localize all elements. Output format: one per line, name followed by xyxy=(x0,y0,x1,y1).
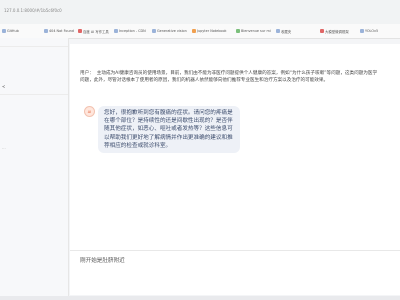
bookmark-favicon-icon xyxy=(236,29,240,33)
bookmark-label: 404 Not Found xyxy=(49,29,74,33)
bookmark-favicon-icon xyxy=(360,29,364,33)
bookmark-favicon-icon xyxy=(152,29,156,33)
bookmarks-bar: GitHub 404 Not Found 百度 AI 写作工具 Inception -… xyxy=(0,24,400,39)
bookmark-label: 大模型微调框架 xyxy=(325,29,349,34)
url-text[interactable]: 127.0.0.1:8000/#/1b5c6f0c0 xyxy=(4,8,62,13)
more-icon[interactable]: ... xyxy=(2,145,6,150)
bookmark-item[interactable]: 404 Not Found xyxy=(44,27,74,35)
bookmark-favicon-icon xyxy=(276,29,280,33)
bookmark-label: Inception - CDN xyxy=(119,29,146,33)
bookmark-item[interactable]: Inception - CDN xyxy=(114,27,146,35)
bookmark-favicon-icon xyxy=(192,29,196,33)
bookmark-favicon-icon xyxy=(114,29,118,33)
user-label: 用户： xyxy=(80,71,94,76)
bookmark-favicon-icon xyxy=(2,29,6,33)
left-panel: < ... xyxy=(0,38,69,296)
bookmark-label: 收藏夹 xyxy=(281,29,292,34)
collapse-icon[interactable]: < xyxy=(2,84,5,89)
bookmark-item[interactable]: Bienvenue sur mi xyxy=(236,27,271,35)
bookmark-item[interactable]: Generative vision xyxy=(152,27,187,35)
bookmark-item[interactable]: 收藏夹 xyxy=(276,27,291,35)
bookmark-label: 百度 AI 写作工具 xyxy=(83,29,109,34)
bookmark-favicon-icon xyxy=(78,29,82,33)
user-message-row: 用户： 主动成为AI健康咨询员的使用场景，目前，我们由不能为非医疗问题提供个人健康… xyxy=(80,70,380,84)
chat-input-area[interactable] xyxy=(70,250,400,295)
bookmark-item[interactable]: 百度 AI 写作工具 xyxy=(78,27,109,35)
bookmark-label: Generative vision xyxy=(157,29,187,33)
bookmark-item[interactable]: Jupyter Notebook xyxy=(192,27,227,35)
bookmark-item[interactable]: 大模型微调框架 xyxy=(320,27,349,35)
bookmark-label: GitHub xyxy=(7,29,19,33)
bookmark-favicon-icon xyxy=(44,29,48,33)
bookmark-label: Jupyter Notebook xyxy=(197,29,227,33)
bot-avatar-icon: AI xyxy=(84,106,95,117)
browser-address-bar[interactable]: 127.0.0.1:8000/#/1b5c6f0c0 xyxy=(0,0,400,25)
bookmark-label: Bienvenue sur mi xyxy=(241,29,271,33)
divider xyxy=(0,46,68,47)
bot-message-bubble: 您好，很抱歉听到您有腹痛的症状。请问您的疼痛是在哪个部位？是持续性的还是间歇性出… xyxy=(98,106,240,154)
bot-avatar-label: AI xyxy=(87,109,92,114)
bookmark-item[interactable]: GitHub xyxy=(2,27,19,35)
chat-input[interactable] xyxy=(80,257,280,263)
bookmark-item[interactable]: YOLOv5 xyxy=(360,27,378,35)
bookmark-favicon-icon xyxy=(320,29,324,33)
window-bottom-edge xyxy=(0,296,400,300)
user-message: 主动成为AI健康咨询员的使用场景，目前，我们由不能为非医疗问题提供个人健康的答案… xyxy=(80,71,378,83)
bookmark-label: YOLOv5 xyxy=(365,29,379,33)
divider xyxy=(0,94,68,95)
